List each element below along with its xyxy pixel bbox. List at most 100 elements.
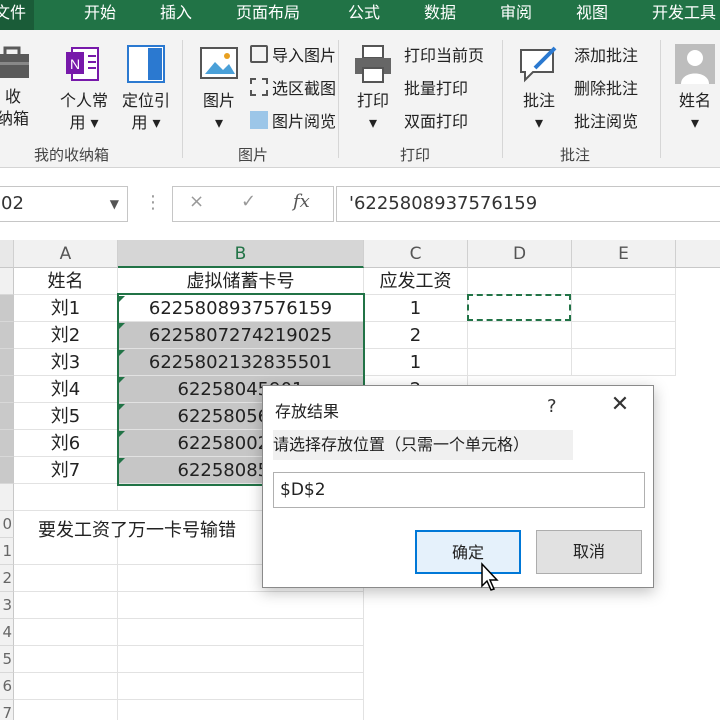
cell-c3[interactable]: 2 bbox=[364, 322, 468, 349]
name-button[interactable]: 姓名 ▾ bbox=[670, 42, 720, 134]
batch-print-button[interactable]: 批量打印 bbox=[404, 75, 468, 99]
cell-b1[interactable]: 虚拟储蓄卡号 bbox=[118, 268, 364, 295]
cell-empty[interactable] bbox=[14, 592, 118, 619]
ok-button[interactable]: 确定 bbox=[415, 530, 521, 574]
error-indicator-icon bbox=[119, 404, 125, 410]
formula-input[interactable]: '6225808937576159 bbox=[336, 186, 720, 222]
column-header-e[interactable]: E bbox=[572, 240, 676, 268]
column-header-d[interactable]: D bbox=[468, 240, 572, 268]
tab-data[interactable]: 数据 bbox=[424, 0, 456, 30]
comment-button[interactable]: 批注 ▾ bbox=[514, 42, 564, 134]
cancel-button[interactable]: 取消 bbox=[536, 530, 642, 574]
row-header[interactable] bbox=[0, 403, 14, 430]
cell-empty[interactable] bbox=[14, 700, 118, 720]
row-header[interactable]: 5 bbox=[0, 646, 14, 673]
cell-e1[interactable] bbox=[572, 268, 676, 295]
column-header-f[interactable] bbox=[676, 240, 720, 268]
column-header-c[interactable]: C bbox=[364, 240, 468, 268]
cell-d2[interactable] bbox=[468, 295, 572, 322]
row-header[interactable] bbox=[0, 376, 14, 403]
tab-page-layout[interactable]: 页面布局 bbox=[236, 0, 300, 30]
row-header[interactable] bbox=[0, 295, 14, 322]
tab-formulas[interactable]: 公式 bbox=[348, 0, 380, 30]
row-header[interactable] bbox=[0, 484, 14, 511]
row-header[interactable]: 2 bbox=[0, 565, 14, 592]
add-comment-label: 添加批注 bbox=[574, 46, 639, 65]
delete-comment-button[interactable]: 删除批注 bbox=[574, 75, 638, 99]
cell-empty[interactable] bbox=[118, 619, 364, 646]
help-icon[interactable]: ? bbox=[547, 396, 557, 417]
cell-e2[interactable] bbox=[572, 295, 676, 322]
cell-empty[interactable] bbox=[14, 673, 118, 700]
tab-insert[interactable]: 插入 bbox=[160, 0, 192, 30]
duplex-print-button[interactable]: 双面打印 bbox=[404, 108, 468, 132]
tab-review[interactable]: 审阅 bbox=[500, 0, 532, 30]
personal-common-button[interactable]: N 个人常 用 ▾ bbox=[54, 42, 114, 134]
column-header-a[interactable]: A bbox=[14, 240, 118, 268]
cell-empty[interactable] bbox=[118, 673, 364, 700]
tab-view[interactable]: 视图 bbox=[576, 0, 608, 30]
cell-a8[interactable]: 刘7 bbox=[14, 457, 118, 484]
region-screenshot-button[interactable]: 选区截图 bbox=[250, 75, 336, 99]
cell-d4[interactable] bbox=[468, 349, 572, 376]
cell-b4-value: 6225802132835501 bbox=[148, 352, 333, 373]
cell-a2[interactable]: 刘1 bbox=[14, 295, 118, 322]
cell-a6[interactable]: 刘5 bbox=[14, 403, 118, 430]
cell-b3[interactable]: 6225807274219025 bbox=[118, 322, 364, 349]
row-header[interactable]: 0 bbox=[0, 511, 14, 538]
row-header[interactable] bbox=[0, 268, 14, 295]
cell-c2[interactable]: 1 bbox=[364, 295, 468, 322]
row-header[interactable]: 3 bbox=[0, 592, 14, 619]
chevron-down-icon[interactable]: ▼ bbox=[110, 187, 119, 221]
row-header[interactable] bbox=[0, 349, 14, 376]
cell-a4[interactable]: 刘3 bbox=[14, 349, 118, 376]
row-header[interactable] bbox=[0, 457, 14, 484]
tab-home[interactable]: 开始 bbox=[84, 0, 116, 30]
cell-c1[interactable]: 应发工资 bbox=[364, 268, 468, 295]
row-header[interactable]: 7 bbox=[0, 700, 14, 720]
cell-empty[interactable] bbox=[118, 700, 364, 720]
cell-b2[interactable]: 6225808937576159 bbox=[118, 295, 364, 322]
cell-a1[interactable]: 姓名 bbox=[14, 268, 118, 295]
cell-empty[interactable] bbox=[14, 538, 118, 565]
cell-b4[interactable]: 6225802132835501 bbox=[118, 349, 364, 376]
cell-c4[interactable]: 1 bbox=[364, 349, 468, 376]
name-box[interactable]: 02 ▼ bbox=[0, 186, 128, 222]
cell-e3[interactable] bbox=[572, 322, 676, 349]
cell-empty[interactable] bbox=[118, 646, 364, 673]
cell-empty[interactable] bbox=[14, 646, 118, 673]
row-header[interactable]: 1 bbox=[0, 538, 14, 565]
cell-d3[interactable] bbox=[468, 322, 572, 349]
row-header[interactable] bbox=[0, 322, 14, 349]
insert-function-icon[interactable]: fx bbox=[293, 191, 310, 212]
cancel-icon[interactable]: × bbox=[189, 191, 204, 212]
enter-icon[interactable]: ✓ bbox=[241, 191, 256, 212]
row-header[interactable]: 6 bbox=[0, 673, 14, 700]
print-button[interactable]: 打印 ▾ bbox=[348, 42, 398, 134]
storage-box-button[interactable]: 收 纳箱 bbox=[0, 42, 34, 130]
column-header-b[interactable]: B bbox=[118, 240, 364, 268]
cell-empty[interactable] bbox=[14, 619, 118, 646]
tab-file[interactable]: 文件 bbox=[0, 0, 35, 30]
picture-button[interactable]: 图片 ▾ bbox=[194, 42, 244, 134]
row-header[interactable]: 4 bbox=[0, 619, 14, 646]
cell-d1[interactable] bbox=[468, 268, 572, 295]
locate-reference-button[interactable]: 定位引 用 ▾ bbox=[116, 42, 176, 134]
close-icon[interactable]: ✕ bbox=[607, 392, 633, 417]
add-comment-button[interactable]: 添加批注 bbox=[574, 42, 638, 66]
location-input[interactable]: $D$2 bbox=[273, 472, 645, 508]
cell-a7[interactable]: 刘6 bbox=[14, 430, 118, 457]
cell-empty[interactable] bbox=[14, 565, 118, 592]
cell-a3[interactable]: 刘2 bbox=[14, 322, 118, 349]
cell-a9[interactable] bbox=[14, 484, 118, 511]
picture-browse-button[interactable]: 图片阅览 bbox=[250, 108, 336, 132]
cell-empty[interactable] bbox=[118, 592, 364, 619]
cell-a5[interactable]: 刘4 bbox=[14, 376, 118, 403]
browse-comment-button[interactable]: 批注阅览 bbox=[574, 108, 638, 132]
print-current-page-button[interactable]: 打印当前页 bbox=[404, 42, 484, 66]
tab-developer[interactable]: 开发工具 bbox=[652, 0, 716, 30]
select-all-corner[interactable] bbox=[0, 240, 14, 268]
cell-e4[interactable] bbox=[572, 349, 676, 376]
import-picture-button[interactable]: 导入图片 bbox=[250, 42, 336, 66]
row-header[interactable] bbox=[0, 430, 14, 457]
